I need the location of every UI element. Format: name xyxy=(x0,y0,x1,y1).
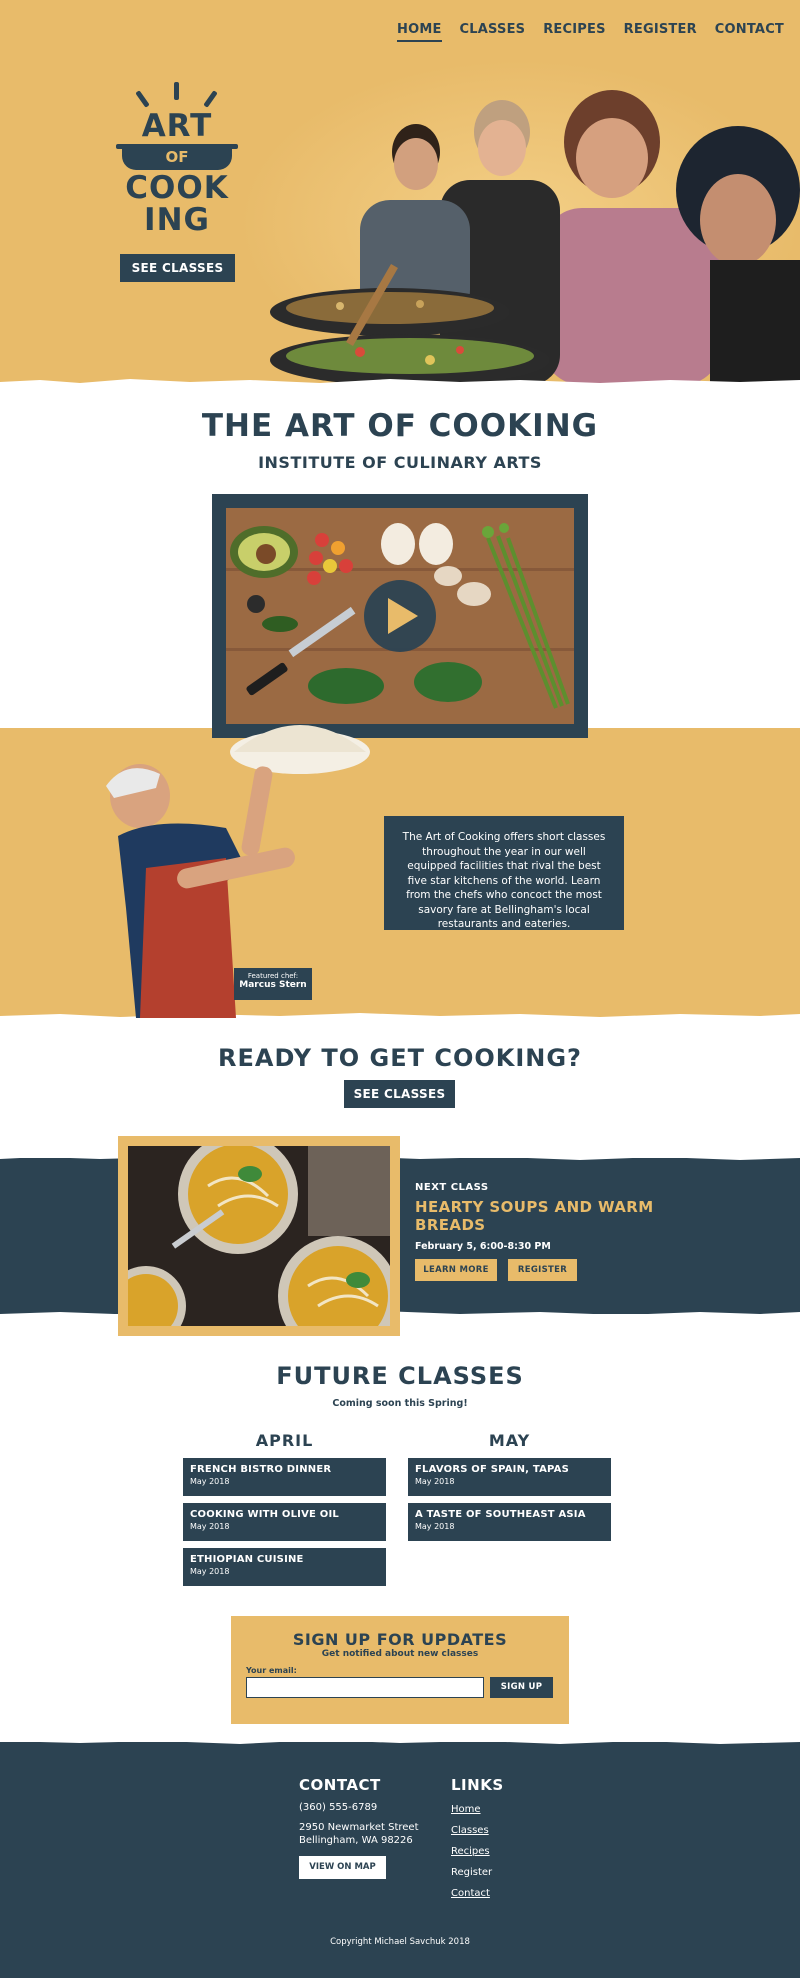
next-class-kicker: NEXT CLASS xyxy=(415,1182,489,1193)
next-class-image-frame xyxy=(106,1134,400,1356)
next-class-title-line2: BREADS xyxy=(415,1216,486,1234)
month-april: APRIL xyxy=(255,1431,314,1450)
class-card-title: COOKING WITH OLIVE OIL xyxy=(190,1509,339,1520)
footer-link-contact[interactable]: Contact xyxy=(451,1888,490,1899)
signup-box: SIGN UP FOR UPDATES Get notified about n… xyxy=(231,1616,569,1724)
video-thumbnail xyxy=(226,508,574,724)
signup-button[interactable]: SIGN UP xyxy=(490,1677,553,1698)
signup-title: SIGN UP FOR UPDATES xyxy=(292,1630,508,1649)
class-card-date: May 2018 xyxy=(190,1522,230,1531)
future-classes-title: FUTURE CLASSES xyxy=(276,1362,524,1390)
logo-word-art: ART xyxy=(141,108,213,144)
learn-more-button[interactable]: LEARN MORE xyxy=(415,1259,497,1281)
page-subtitle: INSTITUTE OF CULINARY ARTS xyxy=(258,453,542,472)
ready-see-classes-button[interactable]: SEE CLASSES xyxy=(344,1080,455,1108)
footer-link-home[interactable]: Home xyxy=(451,1804,481,1815)
ready-title: READY TO GET COOKING? xyxy=(218,1044,582,1072)
main-nav: HOME CLASSES RECIPES REGISTER CONTACT xyxy=(396,22,784,42)
footer-address-line1: 2950 Newmarket Street xyxy=(299,1822,419,1833)
class-card[interactable]: FLAVORS OF SPAIN, TAPAS May 2018 xyxy=(408,1458,611,1496)
footer: CONTACT (360) 555-6789 2950 Newmarket St… xyxy=(0,1738,800,1978)
logo-word-of: OF xyxy=(165,148,189,166)
class-card-title: FRENCH BISTRO DINNER xyxy=(190,1464,332,1475)
class-card[interactable]: ETHIOPIAN CUISINE May 2018 xyxy=(183,1548,386,1586)
hero-photo xyxy=(240,60,800,385)
logo-word-ing: ING xyxy=(144,202,210,238)
logo-steam-icon xyxy=(118,82,236,110)
footer-address-line2: Bellingham, WA 98226 xyxy=(299,1835,413,1846)
hero-photo-illustration xyxy=(240,60,800,385)
class-card-title: A TASTE OF SOUTHEAST ASIA xyxy=(415,1509,586,1520)
class-card[interactable]: A TASTE OF SOUTHEAST ASIA May 2018 xyxy=(408,1503,611,1541)
featured-chef-label: Featured chef: xyxy=(247,972,299,980)
email-label: Your email: xyxy=(246,1666,297,1675)
next-class-title-line1: HEARTY SOUPS AND WARM xyxy=(415,1198,654,1216)
hero-see-classes-button[interactable]: SEE CLASSES xyxy=(120,254,235,282)
logo-pan-of: OF xyxy=(116,144,238,170)
nav-register[interactable]: REGISTER xyxy=(624,22,697,42)
about-box: The Art of Cooking offers short classes … xyxy=(384,816,624,930)
next-class-date: February 5, 6:00-8:30 PM xyxy=(415,1241,551,1252)
page: HOME CLASSES RECIPES REGISTER CONTACT AR… xyxy=(0,0,800,1978)
class-card-date: May 2018 xyxy=(415,1522,455,1531)
next-class-photo xyxy=(106,1134,398,1356)
nav-contact[interactable]: CONTACT xyxy=(715,22,784,42)
email-input[interactable] xyxy=(246,1677,484,1698)
logo-word-cook: COOK xyxy=(125,170,229,206)
class-card-title: ETHIOPIAN CUISINE xyxy=(190,1554,304,1565)
month-may: MAY xyxy=(488,1431,531,1450)
footer-contact-title: CONTACT xyxy=(299,1776,381,1794)
nav-home[interactable]: HOME xyxy=(396,22,442,42)
nav-classes[interactable]: CLASSES xyxy=(460,22,526,42)
view-on-map-button[interactable]: VIEW ON MAP xyxy=(299,1856,386,1879)
footer-link-register[interactable]: Register xyxy=(451,1867,492,1878)
footer-links-title: LINKS xyxy=(451,1776,504,1794)
hero-section: HOME CLASSES RECIPES REGISTER CONTACT AR… xyxy=(0,0,800,385)
register-button[interactable]: REGISTER xyxy=(508,1259,577,1281)
class-card[interactable]: COOKING WITH OLIVE OIL May 2018 xyxy=(183,1503,386,1541)
next-class-title: HEARTY SOUPS AND WARM BREADS xyxy=(415,1198,695,1234)
torn-edge-divider xyxy=(0,379,800,386)
class-card-date: May 2018 xyxy=(190,1567,230,1576)
torn-edge-divider xyxy=(0,1738,800,1744)
class-card-date: May 2018 xyxy=(190,1477,230,1486)
footer-copyright: Copyright Michael Savchuk 2018 xyxy=(330,1937,470,1947)
featured-chef-name: Marcus Stern xyxy=(239,980,307,990)
future-classes-subtitle: Coming soon this Spring! xyxy=(332,1398,468,1409)
about-text: The Art of Cooking offers short classes … xyxy=(402,831,606,930)
featured-chef-caption: Featured chef: Marcus Stern xyxy=(234,968,312,1000)
footer-phone: (360) 555-6789 xyxy=(299,1802,378,1813)
class-card-title: FLAVORS OF SPAIN, TAPAS xyxy=(415,1464,569,1475)
nav-recipes[interactable]: RECIPES xyxy=(543,22,605,42)
signup-subtitle: Get notified about new classes xyxy=(321,1649,479,1659)
footer-link-recipes[interactable]: Recipes xyxy=(451,1846,490,1857)
class-card-date: May 2018 xyxy=(415,1477,455,1486)
site-logo[interactable]: ART OF COOK ING xyxy=(116,82,238,238)
page-title: THE ART OF COOKING xyxy=(201,408,599,444)
class-card[interactable]: FRENCH BISTRO DINNER May 2018 xyxy=(183,1458,386,1496)
video-player[interactable] xyxy=(212,494,588,738)
footer-link-classes[interactable]: Classes xyxy=(451,1825,489,1836)
